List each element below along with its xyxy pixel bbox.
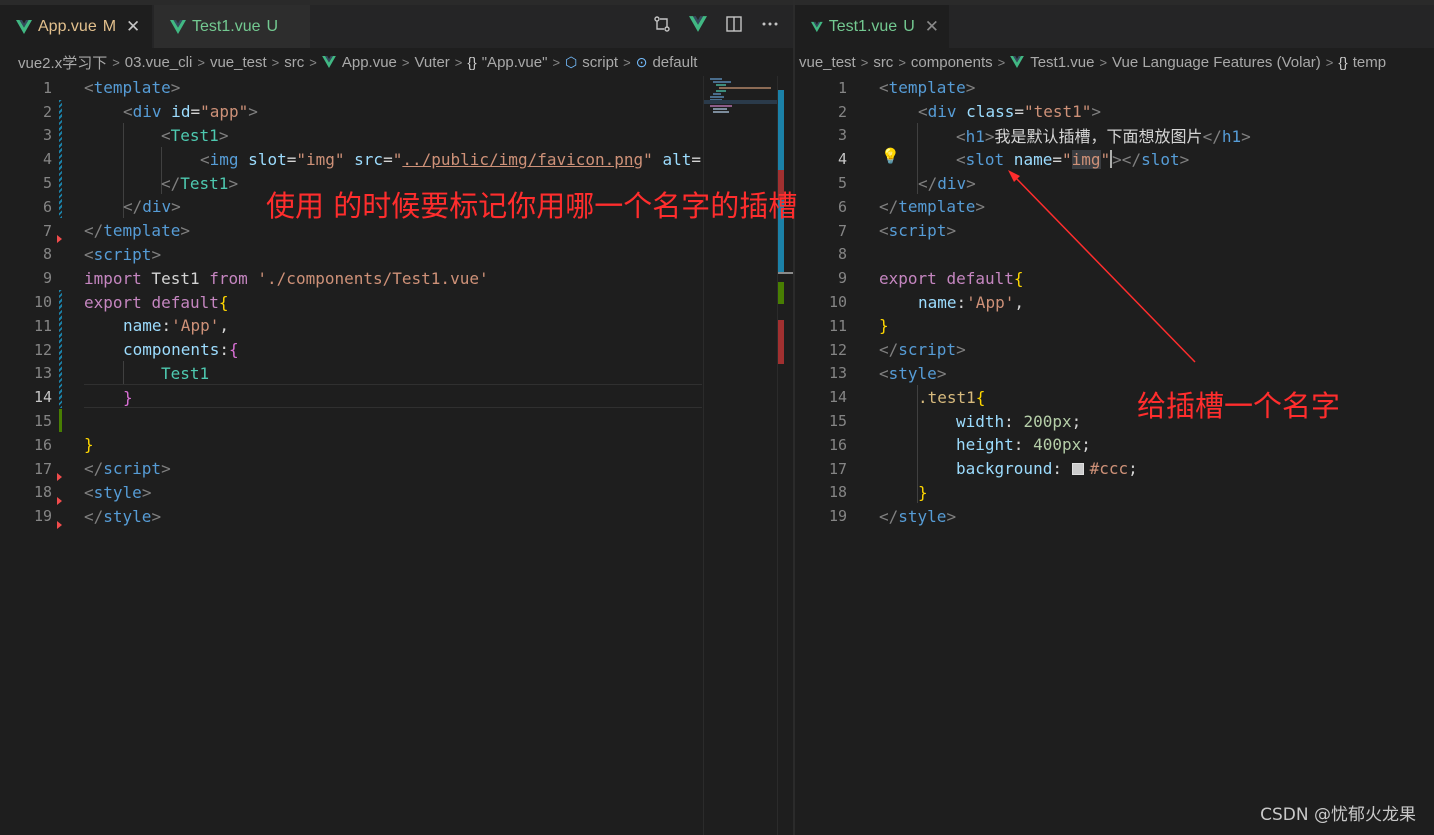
watermark: CSDN @忧郁火龙果 (1260, 805, 1416, 825)
annotation-arrow (1008, 170, 1196, 363)
arrow-line (1013, 175, 1196, 363)
